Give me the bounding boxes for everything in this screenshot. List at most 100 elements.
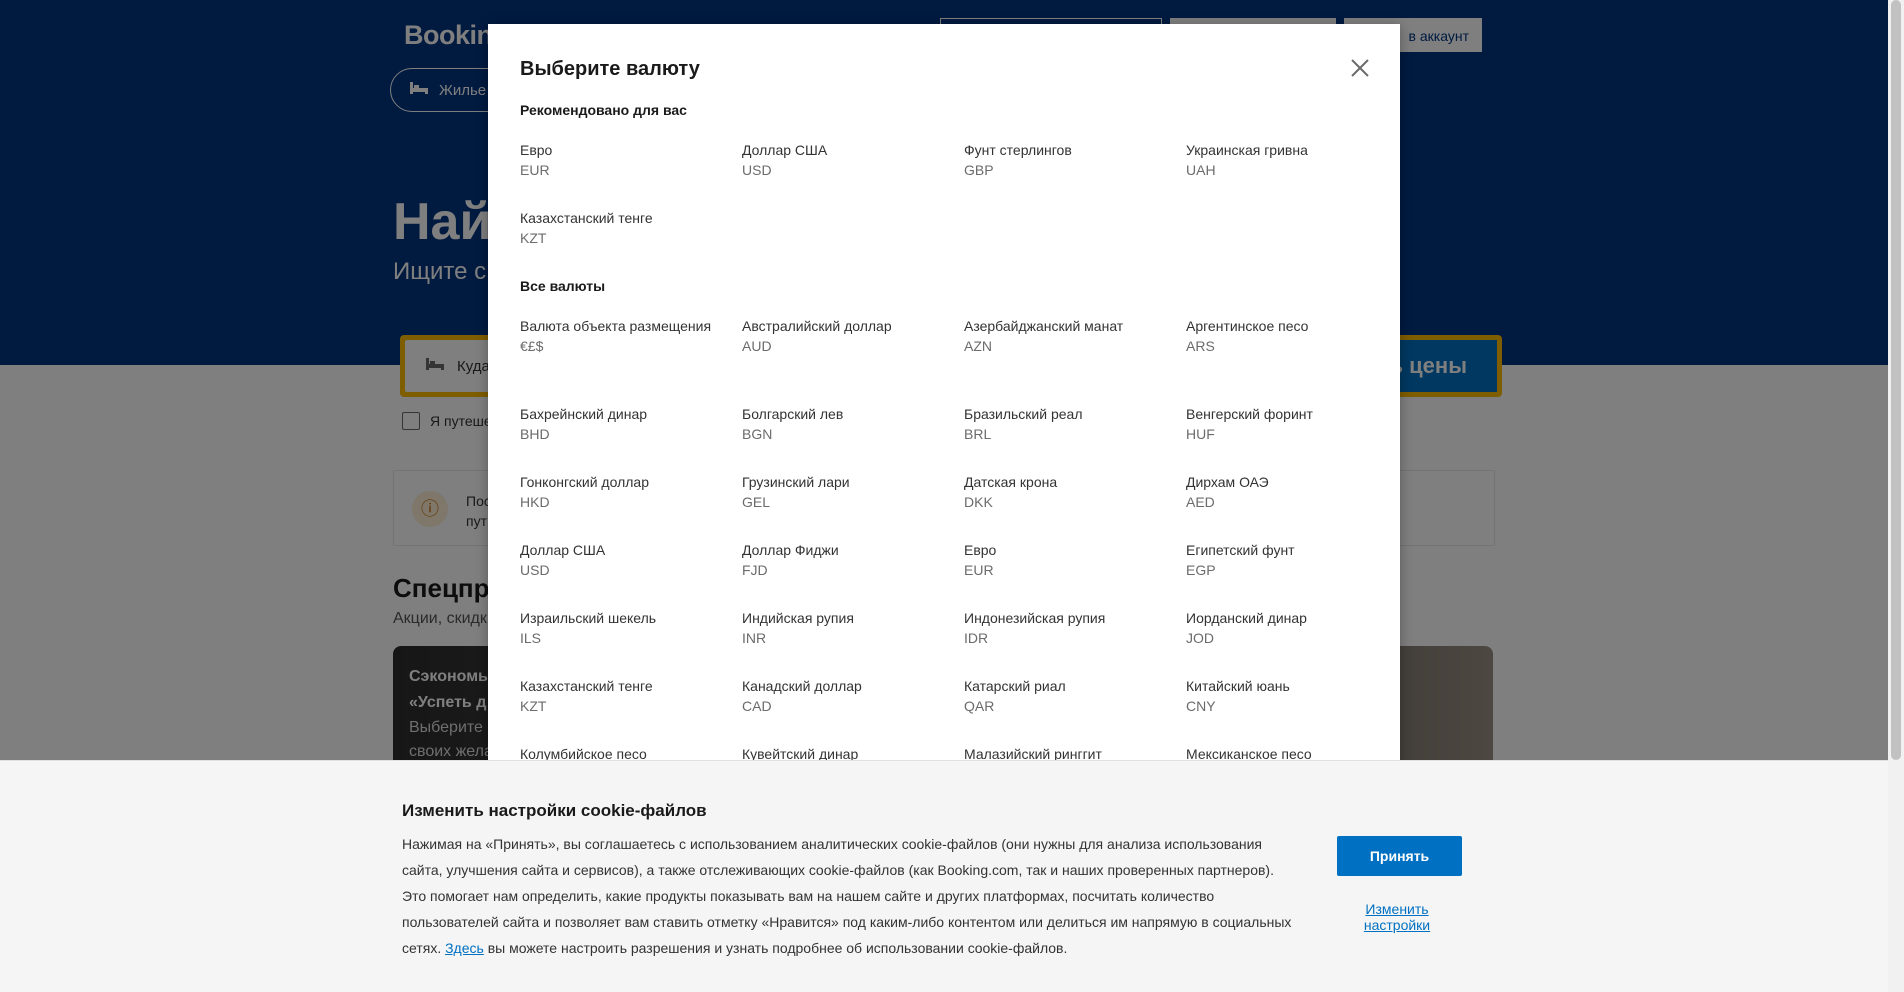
currency-name: Евро <box>964 542 997 558</box>
currency-option[interactable]: Дирхам ОАЭ AED <box>1186 472 1400 540</box>
currency-code: QAR <box>964 698 995 714</box>
currency-name: Казахстанский тенге <box>520 678 653 694</box>
currency-code: BGN <box>742 426 773 442</box>
currency-code: UAH <box>1186 162 1216 178</box>
currency-code: EGP <box>1186 562 1216 578</box>
currency-option[interactable]: Индийская рупия INR <box>742 608 964 676</box>
scrollbar[interactable] <box>1888 0 1904 992</box>
cookie-title: Изменить настройки cookie-файлов <box>402 801 707 820</box>
currency-name: Австралийский доллар <box>742 318 892 334</box>
currency-option[interactable]: Индонезийская рупия IDR <box>964 608 1186 676</box>
currency-option[interactable]: Казахстанский тенге KZT <box>520 208 742 276</box>
currency-code: CNY <box>1186 698 1216 714</box>
currency-option[interactable]: Доллар США USD <box>520 540 742 608</box>
currency-code: BRL <box>964 426 992 442</box>
currency-name: Болгарский лев <box>742 406 844 422</box>
currency-option[interactable]: Украинская гривна UAH <box>1186 140 1400 208</box>
currency-option[interactable]: Валюта объекта размещения €£$ <box>520 316 742 404</box>
currency-option[interactable]: Австралийский доллар AUD <box>742 316 964 404</box>
currency-name: Казахстанский тенге <box>520 210 653 226</box>
currency-option[interactable]: Израильский шекель ILS <box>520 608 742 676</box>
currency-option[interactable]: Китайский юань CNY <box>1186 676 1400 744</box>
currency-name: Евро <box>520 142 553 158</box>
currency-option[interactable]: Болгарский лев BGN <box>742 404 964 472</box>
currency-code: USD <box>520 562 550 578</box>
currency-option[interactable]: Канадский доллар CAD <box>742 676 964 744</box>
close-icon[interactable] <box>1348 56 1372 80</box>
currency-code: ILS <box>520 630 542 646</box>
currency-option[interactable]: Азербайджанский манат AZN <box>964 316 1186 404</box>
currency-code: GEL <box>742 494 771 510</box>
currency-name: Азербайджанский манат <box>964 318 1124 334</box>
all-currencies-heading: Все валюты <box>520 278 606 294</box>
currency-option[interactable]: Катарский риал QAR <box>964 676 1186 744</box>
currency-name: Бразильский реал <box>964 406 1083 422</box>
currency-code: EUR <box>520 162 550 178</box>
accept-cookies-button[interactable]: Принять <box>1337 836 1462 876</box>
currency-name: Бахрейнский динар <box>520 406 648 422</box>
currency-code: FJD <box>742 562 768 578</box>
currency-option[interactable]: Бразильский реал BRL <box>964 404 1186 472</box>
cookie-text: Нажимая на «Принять», вы соглашаетесь с … <box>402 831 1292 961</box>
cookie-link-here[interactable]: Здесь <box>445 940 484 956</box>
currency-option[interactable]: Иорданский динар JOD <box>1186 608 1400 676</box>
currency-option[interactable]: Евро EUR <box>964 540 1186 608</box>
currency-code: KZT <box>520 230 547 246</box>
currency-name: Египетский фунт <box>1186 542 1295 558</box>
currency-code: €£$ <box>520 338 544 354</box>
currency-option[interactable]: Евро EUR <box>520 140 742 208</box>
currency-name: Индийская рупия <box>742 610 854 626</box>
currency-name: Катарский риал <box>964 678 1066 694</box>
currency-code: IDR <box>964 630 989 646</box>
currency-name: Украинская гривна <box>1186 142 1308 158</box>
currency-option[interactable]: Казахстанский тенге KZT <box>520 676 742 744</box>
currency-code: CAD <box>742 698 772 714</box>
currency-option[interactable]: Аргентинское песо ARS <box>1186 316 1400 404</box>
modal-title: Выберите валюту <box>520 58 700 80</box>
manage-cookies-link[interactable]: Изменить настройки <box>1337 901 1457 933</box>
currency-option[interactable]: Доллар Фиджи FJD <box>742 540 964 608</box>
currency-option[interactable]: Грузинский лари GEL <box>742 472 964 540</box>
currency-name: Израильский шекель <box>520 610 657 626</box>
currency-code: AED <box>1186 494 1215 510</box>
cookie-text-main: Нажимая на «Принять», вы соглашаетесь с … <box>402 836 1292 956</box>
currency-name: Китайский юань <box>1186 678 1290 694</box>
currency-option[interactable]: Египетский фунт EGP <box>1186 540 1400 608</box>
scrollbar-thumb[interactable] <box>1891 0 1901 760</box>
currency-code: EUR <box>964 562 994 578</box>
currency-option[interactable]: Бахрейнский динар BHD <box>520 404 742 472</box>
currency-code: DKK <box>964 494 993 510</box>
currency-name: Доллар США <box>742 142 828 158</box>
currency-name: Доллар США <box>520 542 606 558</box>
cookie-text-end: вы можете настроить разрешения и узнать … <box>483 940 1068 956</box>
currency-code: AUD <box>742 338 772 354</box>
currency-name: Дирхам ОАЭ <box>1186 474 1269 490</box>
currency-name: Доллар Фиджи <box>742 542 839 558</box>
currency-option[interactable]: Гонконгский доллар HKD <box>520 472 742 540</box>
currency-code: HKD <box>520 494 550 510</box>
recommended-heading: Рекомендовано для вас <box>520 102 687 118</box>
currency-name: Гонконгский доллар <box>520 474 649 490</box>
currency-name: Датская крона <box>964 474 1058 490</box>
cookie-banner: Изменить настройки cookie-файлов Нажимая… <box>0 760 1888 992</box>
currency-code: HUF <box>1186 426 1215 442</box>
currency-option[interactable]: Венгерский форинт HUF <box>1186 404 1400 472</box>
recommended-currency-grid: Евро EUR Доллар США USD Фунт стерлингов GBP Ук… <box>520 140 1400 276</box>
currency-name: Грузинский лари <box>742 474 850 490</box>
currency-code: INR <box>742 630 767 646</box>
currency-code: GBP <box>964 162 994 178</box>
currency-name: Канадский доллар <box>742 678 862 694</box>
currency-code: BHD <box>520 426 550 442</box>
currency-code: ARS <box>1186 338 1215 354</box>
currency-name: Индонезийская рупия <box>964 610 1106 626</box>
currency-name: Аргентинское песо <box>1186 318 1309 334</box>
currency-option[interactable]: Доллар США USD <box>742 140 964 208</box>
currency-name: Иорданский динар <box>1186 610 1307 626</box>
currency-code: AZN <box>964 338 992 354</box>
page: Booking в аккаунт Жилье Най Ищите с Куда… <box>0 0 1888 992</box>
currency-code: USD <box>742 162 772 178</box>
currency-code: KZT <box>520 698 547 714</box>
currency-code: JOD <box>1186 630 1214 646</box>
currency-option[interactable]: Датская крона DKK <box>964 472 1186 540</box>
currency-option[interactable]: Фунт стерлингов GBP <box>964 140 1186 208</box>
